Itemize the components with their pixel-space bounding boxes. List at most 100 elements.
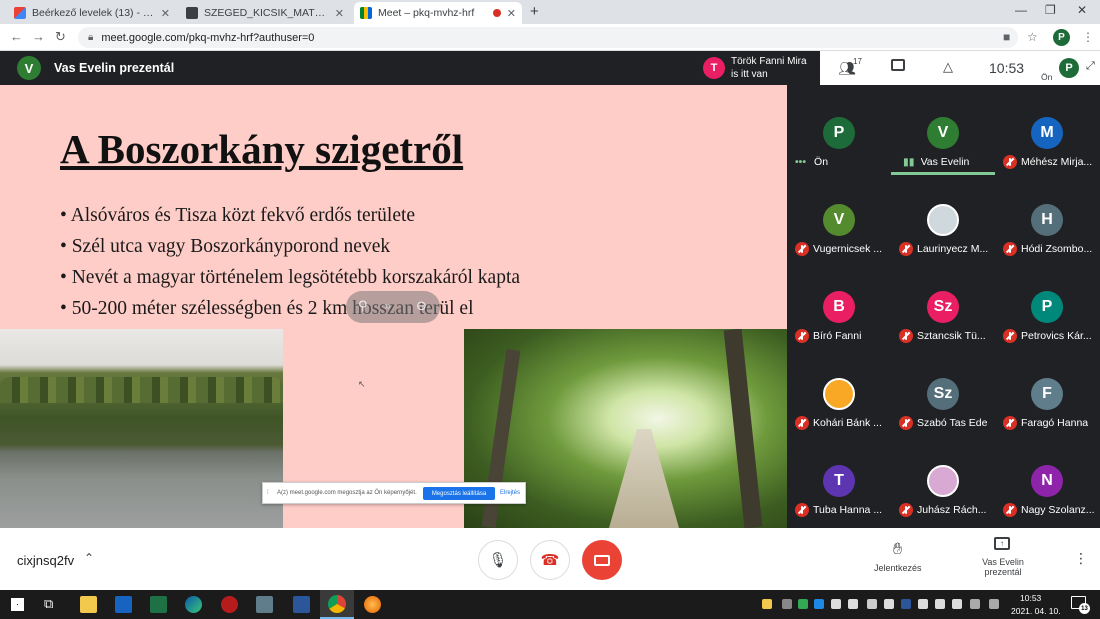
participant-avatar [927, 204, 959, 236]
tray-battery-icon[interactable] [918, 599, 928, 609]
outlook-icon[interactable] [115, 596, 132, 613]
tray-word-icon[interactable] [901, 599, 911, 609]
participant-name-row: ••• Ön [791, 155, 891, 169]
participant-grid: P ••• Ön V ▮▮ Vas Evelin M Méhész Mirja... V Vuge… [787, 85, 1100, 528]
chat-icon[interactable] [891, 59, 905, 71]
new-tab-button[interactable]: + [530, 3, 539, 20]
bookmark-star-icon[interactable]: ☆ [1027, 30, 1038, 44]
task-view-icon[interactable]: ⧉ [44, 596, 53, 612]
stop-sharing-button[interactable]: Megosztás leállítása [423, 487, 495, 500]
participant-tile[interactable]: H Hódi Zsombo... [995, 172, 1099, 259]
taskbar-time[interactable]: 10:53 [1020, 593, 1041, 603]
chevron-up-icon[interactable]: ⌃ [84, 551, 94, 565]
present-label[interactable]: Vas Evelin prezentál [973, 557, 1033, 577]
participant-name-row: Laurinyecz M... [895, 242, 995, 256]
excel-icon[interactable] [150, 596, 167, 613]
file-explorer-icon[interactable] [80, 596, 97, 613]
firefox-icon[interactable] [364, 596, 381, 613]
pin-icon[interactable]: ⚲ [358, 298, 368, 314]
mute-presenter-icon[interactable]: » [384, 298, 391, 313]
present-now-icon[interactable]: ↑ [994, 537, 1010, 550]
participant-avatar: H [1031, 204, 1063, 236]
tray-cast-icon[interactable] [970, 599, 980, 609]
participant-name-row: Sztancsik Tü... [895, 329, 995, 343]
tab-gmail[interactable]: Beérkező levelek (13) - szabone... ✕ [8, 2, 176, 24]
reload-icon[interactable]: ↻ [55, 29, 66, 45]
tab-meet[interactable]: Meet – pkq-mvhz-hrf ✕ [354, 2, 522, 24]
participant-name: Laurinyecz M... [917, 243, 989, 255]
close-icon[interactable]: ✕ [507, 7, 516, 20]
tray-device-icon[interactable] [831, 599, 841, 609]
pen-icon[interactable] [989, 599, 999, 609]
meet-control-bar: cixjnsq2fv ⌃ 🎙︎ ☎︎ ✋︎ Jelentkezés ↑ Vas … [0, 528, 1100, 590]
edge-icon[interactable] [185, 596, 202, 613]
participant-tile[interactable]: P ••• Ön [787, 85, 891, 172]
taskbar-date[interactable]: 2021. 04. 10. [1011, 606, 1061, 616]
close-icon[interactable]: ✕ [161, 7, 170, 20]
app-icon[interactable] [221, 596, 238, 613]
close-icon[interactable]: ✕ [335, 7, 344, 20]
participant-tile[interactable]: B Bíró Fanni [787, 259, 891, 346]
participant-name: Ön [814, 156, 829, 168]
close-window-icon[interactable]: ✕ [1077, 3, 1087, 17]
tray-check-icon[interactable] [798, 599, 808, 609]
more-options-icon[interactable]: ⋮ [1074, 550, 1088, 567]
participant-tile[interactable]: Kohári Bánk ... [787, 346, 891, 433]
tab-classroom[interactable]: SZEGED_KICSIK_MATEK_SZ3_2021 ✕ [180, 2, 350, 24]
tray-usb-icon[interactable] [867, 599, 877, 609]
forward-icon[interactable]: → [32, 29, 45, 44]
participant-avatar: B [823, 291, 855, 323]
camera-off-button[interactable] [582, 540, 622, 580]
activities-icon[interactable]: △ [943, 59, 953, 75]
raise-hand-icon[interactable]: ✋︎ [893, 541, 902, 559]
participant-tile[interactable]: M Méhész Mirja... [995, 85, 1099, 172]
url-text: meet.google.com/pkq-mvhz-hrf?authuser=0 [101, 31, 315, 44]
chrome-taskbar-button[interactable] [320, 590, 354, 619]
participant-tile[interactable]: Laurinyecz M... [891, 172, 995, 259]
profile-avatar[interactable]: P [1053, 29, 1070, 46]
participant-tile[interactable]: Sz Sztancsik Tü... [891, 259, 995, 346]
slide-bullet: • Alsóváros és Tisza közt fekvő erdős te… [60, 205, 416, 226]
tray-network-icon[interactable] [884, 599, 894, 609]
slide-title: A Boszorkány szigetről [60, 126, 464, 172]
participant-tile[interactable]: Sz Szabó Tas Ede [891, 346, 995, 433]
camera-icon[interactable]: ■ [1003, 30, 1010, 44]
url-field[interactable]: 🔒︎ meet.google.com/pkq-mvhz-hrf?authuser… [78, 27, 1018, 48]
tray-cloud-icon[interactable] [814, 599, 824, 609]
recording-icon [492, 9, 501, 17]
participant-tile[interactable]: T Tuba Hanna ... [787, 433, 891, 520]
participant-tile[interactable]: Juhász Rách... [891, 433, 995, 520]
presentation-slide: A Boszorkány szigetről • Alsóváros és Ti… [0, 85, 787, 528]
volume-icon[interactable] [952, 599, 962, 609]
microphone-button[interactable]: 🎙︎ [478, 540, 518, 580]
raise-hand-label[interactable]: Jelentkezés [874, 563, 922, 573]
tab-meet-title: Meet – pkq-mvhz-hrf [378, 7, 475, 19]
participant-tile[interactable]: P Petrovics Kár... [995, 259, 1099, 346]
leave-call-button[interactable]: ☎︎ [530, 540, 570, 580]
participant-tile[interactable]: V ▮▮ Vas Evelin [891, 85, 995, 175]
windows-start-icon[interactable] [11, 598, 24, 611]
restore-icon[interactable]: ❐ [1045, 3, 1056, 17]
participant-tile[interactable]: V Vugernicsek ... [787, 172, 891, 259]
expand-icon[interactable]: ⤢ [1086, 60, 1095, 73]
participant-tile[interactable]: F Faragó Hanna [995, 346, 1099, 433]
meeting-code[interactable]: cixjnsq2fv [17, 553, 74, 568]
back-icon[interactable]: ← [10, 29, 23, 44]
tray-wifi-icon[interactable] [782, 599, 792, 609]
hide-button[interactable]: Elrejtés [500, 490, 520, 496]
tray-monitor-icon[interactable] [935, 599, 945, 609]
more-dots-icon[interactable]: ••• [795, 156, 806, 168]
tray-shield-icon[interactable] [762, 599, 772, 609]
minimize-icon[interactable]: — [1015, 3, 1027, 17]
zoom-icon[interactable]: ⊖ [416, 298, 427, 314]
browser-menu-icon[interactable]: ⋮ [1082, 30, 1094, 44]
word-icon[interactable] [293, 596, 310, 613]
speaking-icon: ▮▮ [903, 156, 915, 168]
calculator-icon[interactable] [256, 596, 273, 613]
tray-display-icon[interactable] [848, 599, 858, 609]
mic-off-icon [795, 416, 809, 430]
hang-up-icon: ☎︎ [540, 552, 560, 569]
participant-avatar: P [1031, 291, 1063, 323]
participant-tile[interactable]: N Nagy Szolanz... [995, 433, 1099, 520]
self-avatar[interactable]: P [1059, 58, 1079, 78]
